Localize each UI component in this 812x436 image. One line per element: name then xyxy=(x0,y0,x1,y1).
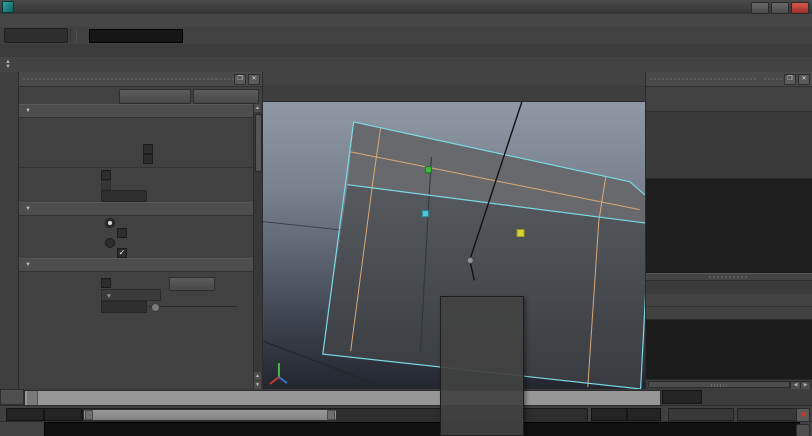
viewport-menus xyxy=(263,72,645,85)
toolbox xyxy=(0,72,19,389)
soft-select-checkbox[interactable] xyxy=(101,278,111,288)
range-start-handle[interactable] xyxy=(85,410,93,420)
slider-handle[interactable] xyxy=(151,303,160,312)
selection-field[interactable] xyxy=(89,29,183,43)
panel-close-icon[interactable]: ✕ xyxy=(798,74,810,85)
step-size-field[interactable] xyxy=(101,190,147,202)
script-editor-icon[interactable] xyxy=(796,424,810,436)
shelf-tabs xyxy=(0,44,812,57)
timeline-strip[interactable] xyxy=(24,390,661,406)
divider xyxy=(70,29,77,42)
falloff-mode-dropdown[interactable]: ▾ xyxy=(101,289,161,301)
panel-restore-icon[interactable]: ❐ xyxy=(234,74,246,85)
selection-mode-dropdown[interactable] xyxy=(4,28,68,43)
current-frame-indicator[interactable] xyxy=(27,391,38,405)
panel-close-icon[interactable]: ✕ xyxy=(248,74,260,85)
marquee-radio[interactable] xyxy=(105,218,115,228)
context-menu xyxy=(440,296,524,436)
panel-splitter[interactable] xyxy=(646,273,812,281)
tool-help-button[interactable] xyxy=(193,89,259,104)
section-soft-selection[interactable]: ▼ xyxy=(19,258,254,272)
tool-settings-header[interactable]: ❐ ✕ xyxy=(19,72,262,87)
tool-settings-scrollbar[interactable]: ▲ ▲ ▼ xyxy=(253,104,262,389)
close-button[interactable] xyxy=(791,2,809,14)
reset-tool-button[interactable] xyxy=(119,89,191,104)
camera-based-selection-checkbox[interactable] xyxy=(117,228,127,238)
drag-radio[interactable] xyxy=(105,238,115,248)
falloff-radius-slider[interactable] xyxy=(149,306,237,307)
preserve-child-checkbox[interactable] xyxy=(143,144,153,154)
falloff-radius-field[interactable] xyxy=(101,301,147,313)
channel-box-node-list xyxy=(646,112,812,178)
minimize-button[interactable] xyxy=(751,2,769,14)
current-time-field[interactable] xyxy=(662,390,702,404)
scrollbar-thumb[interactable] xyxy=(255,114,262,172)
relative-checkbox[interactable] xyxy=(101,180,111,190)
layer-scrollbar[interactable]: ◀ ▶ xyxy=(646,379,812,389)
playback-end-field[interactable] xyxy=(591,408,627,421)
auto-keyframe-icon[interactable] xyxy=(796,408,810,422)
menu-bar xyxy=(0,14,812,28)
scrollbar-thumb[interactable] xyxy=(648,381,790,388)
range-end-handle[interactable] xyxy=(327,410,335,420)
preserve-uvs-checkbox[interactable] xyxy=(143,154,153,164)
section-scale-settings[interactable]: ▼ xyxy=(19,104,254,118)
shelf-menu-icon[interactable]: ▲▼ xyxy=(2,58,14,71)
camera-paint-selection-checkbox[interactable]: ✓ xyxy=(117,248,127,258)
character-set-dropdown[interactable] xyxy=(737,408,801,421)
range-slider-bar[interactable] xyxy=(84,410,336,420)
scroll-up-icon[interactable]: ▲ xyxy=(254,104,261,112)
restore-button[interactable] xyxy=(771,2,789,14)
tool-settings-panel: ❐ ✕ ▼ xyxy=(19,72,263,389)
scroll-up-2-icon[interactable]: ▲ xyxy=(254,372,261,380)
channel-values-area[interactable] xyxy=(646,178,812,273)
command-input[interactable] xyxy=(44,422,800,436)
animation-start-field[interactable] xyxy=(44,408,82,421)
animation-end-field[interactable] xyxy=(627,408,661,421)
section-common-selection[interactable]: ▼ xyxy=(19,202,254,216)
channel-box-header[interactable]: ❐ ✕ xyxy=(646,72,812,87)
shelf: ▲▼ xyxy=(0,57,812,73)
status-line xyxy=(0,27,812,45)
maya-logo-icon xyxy=(2,1,14,13)
discrete-scale-checkbox[interactable] xyxy=(101,170,111,180)
anim-layer-dropdown[interactable] xyxy=(668,408,734,421)
scroll-down-icon[interactable]: ▼ xyxy=(254,381,261,389)
command-line xyxy=(0,421,812,436)
timeline-left-box xyxy=(0,389,24,405)
time-slider xyxy=(0,389,812,405)
playback-start-field[interactable] xyxy=(6,408,44,421)
panel-restore-icon[interactable]: ❐ xyxy=(784,74,796,85)
viewport-toolbar xyxy=(263,85,645,102)
channel-box-panel: ❐ ✕ ◀ ▶ xyxy=(646,72,812,389)
range-slider xyxy=(0,405,812,422)
maya-window: ▲▼ ❐ ✕ xyxy=(0,0,812,436)
title-bar[interactable] xyxy=(0,0,812,15)
layer-list-area[interactable] xyxy=(646,319,812,379)
